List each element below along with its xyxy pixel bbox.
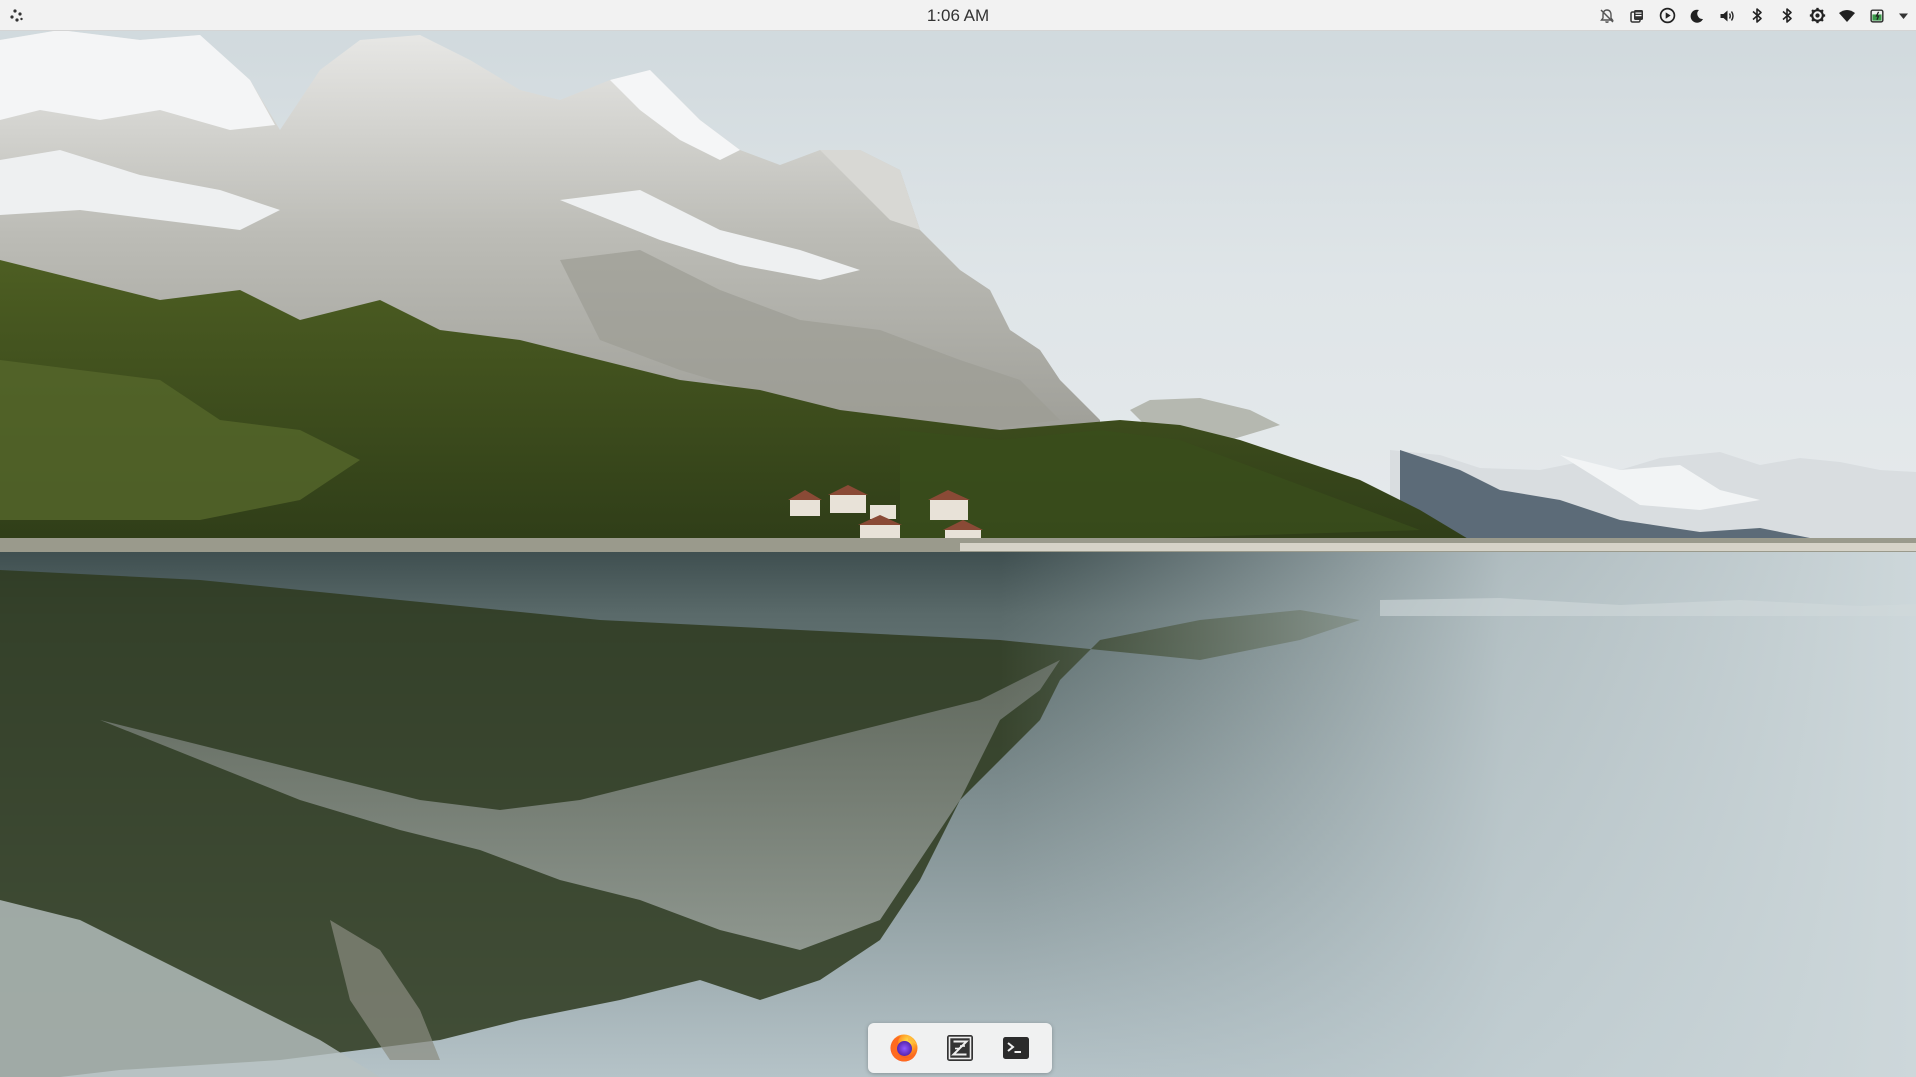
battery-button[interactable] <box>1866 5 1888 27</box>
dock-item-terminal[interactable] <box>998 1030 1034 1066</box>
app-launcher-icon <box>10 9 23 22</box>
bluetooth-icon <box>1752 8 1762 23</box>
notifications-off-button[interactable] <box>1596 5 1618 27</box>
clipboard-button[interactable] <box>1626 5 1648 27</box>
terminal-icon <box>1003 1037 1029 1059</box>
battery-icon <box>1869 9 1884 23</box>
desktop-wallpaper <box>0 0 1916 1077</box>
settings-gear-icon <box>1809 7 1825 24</box>
desktop[interactable]: 1:06 AM <box>0 0 1916 1077</box>
zed-editor-icon <box>947 1035 973 1061</box>
clipboard-icon <box>1630 9 1643 23</box>
dock <box>868 1023 1052 1073</box>
system-tray <box>1596 0 1910 31</box>
chevron-down-icon <box>1898 13 1908 19</box>
wifi-button[interactable] <box>1836 5 1858 27</box>
notifications-off-icon <box>1600 8 1614 23</box>
volume-icon <box>1720 10 1734 21</box>
top-panel: 1:06 AM <box>0 0 1916 31</box>
volume-button[interactable] <box>1716 5 1738 27</box>
bluetooth-secondary-button[interactable] <box>1776 5 1798 27</box>
dock-item-firefox[interactable] <box>886 1030 922 1066</box>
wifi-icon <box>1839 9 1855 22</box>
bluetooth-button[interactable] <box>1746 5 1768 27</box>
night-mode-icon <box>1690 9 1703 23</box>
app-launcher-button[interactable] <box>6 5 28 27</box>
night-mode-button[interactable] <box>1686 5 1708 27</box>
media-play-icon <box>1659 7 1675 24</box>
media-play-button[interactable] <box>1656 5 1678 27</box>
bluetooth-secondary-icon <box>1782 8 1792 23</box>
settings-button[interactable] <box>1806 5 1828 27</box>
tray-menu-toggle[interactable] <box>1896 5 1910 27</box>
dock-item-zed-editor[interactable] <box>942 1030 978 1066</box>
firefox-icon <box>890 1034 918 1062</box>
clock-text[interactable]: 1:06 AM <box>927 6 989 25</box>
